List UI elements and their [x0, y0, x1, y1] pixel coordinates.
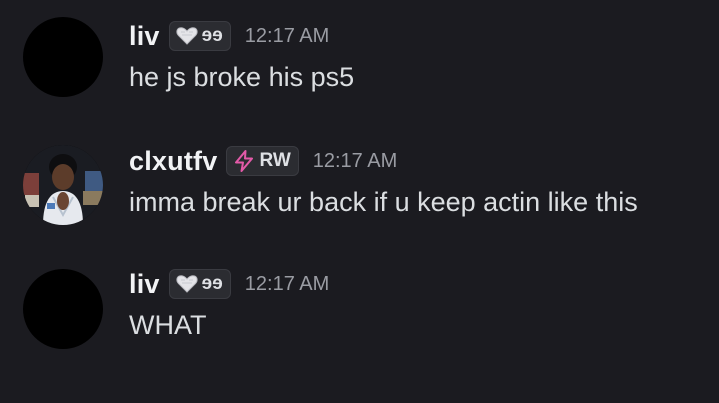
- timestamp[interactable]: 12:17 AM: [245, 273, 330, 296]
- guild-tag-label: ɘɘ: [201, 273, 223, 294]
- message-header: clxutfv RW 12:17 AM: [129, 144, 397, 178]
- message-item[interactable]: liv ɘɘ 12:17 AM he js broke his ps5: [0, 10, 719, 130]
- guild-tag-label: ɘɘ: [201, 25, 223, 46]
- message-header: liv ɘɘ 12:17 AM: [129, 267, 329, 301]
- message-item[interactable]: liv ɘɘ 12:17 AM WHAT: [0, 256, 719, 376]
- avatar[interactable]: [23, 145, 103, 225]
- message-item[interactable]: clxutfv RW 12:17 AM imma break ur back i…: [0, 135, 719, 255]
- guild-tag[interactable]: RW: [226, 146, 299, 176]
- username[interactable]: liv: [129, 269, 160, 300]
- lightning-icon: [235, 150, 254, 172]
- guild-tag-label: RW: [259, 150, 291, 171]
- avatar-photo: [23, 145, 103, 225]
- guild-tag[interactable]: ɘɘ: [168, 269, 231, 299]
- avatar[interactable]: [23, 269, 103, 349]
- username[interactable]: clxutfv: [129, 146, 217, 177]
- username[interactable]: liv: [129, 21, 160, 52]
- avatar[interactable]: [23, 17, 103, 97]
- guild-tag[interactable]: ɘɘ: [168, 21, 231, 51]
- message-feed: liv ɘɘ 12:17 AM he js broke his ps5 clxu…: [0, 0, 719, 403]
- heart-icon: [176, 27, 198, 45]
- timestamp[interactable]: 12:17 AM: [313, 150, 398, 173]
- timestamp[interactable]: 12:17 AM: [245, 25, 330, 48]
- message-text: he js broke his ps5: [129, 62, 355, 92]
- message-header: liv ɘɘ 12:17 AM: [129, 19, 329, 53]
- heart-icon: [176, 275, 198, 293]
- message-text: WHAT: [129, 310, 207, 340]
- message-text: imma break ur back if u keep actin like …: [129, 187, 638, 217]
